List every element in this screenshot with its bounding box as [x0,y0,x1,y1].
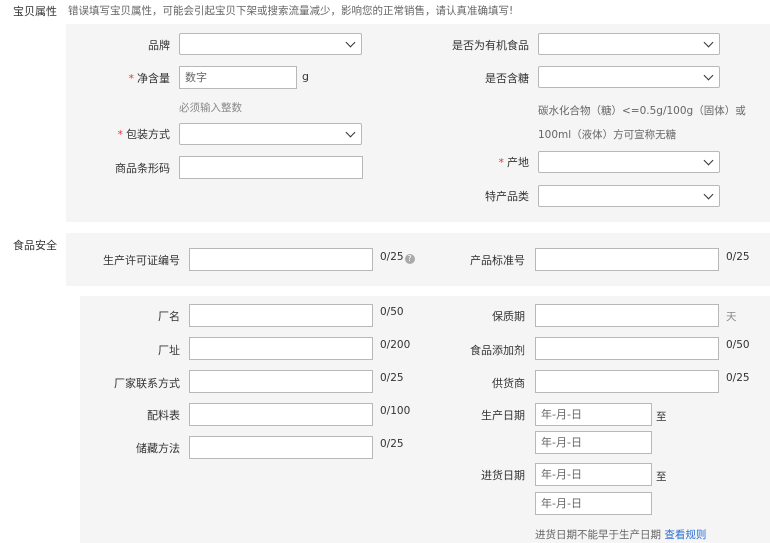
net-weight-label: * 净含量 [129,70,171,86]
factory-name-count: 0/50 [380,306,404,318]
production-date-to: 至 [656,411,667,423]
required-mark: * [498,156,505,169]
chevron-down-icon [703,155,714,166]
supplier-count: 0/25 [726,372,750,384]
factory-contact-count: 0/25 [380,372,404,384]
shelf-life-input[interactable] [535,304,719,327]
attributes-warning: 错误填写宝贝属性，可能会引起宝贝下架或搜索流量减少，影响您的正常销售，请认真准确… [68,5,514,17]
shelf-life-label: 保质期 [492,310,525,323]
net-weight-input[interactable] [179,66,297,89]
chevron-down-icon [703,70,714,81]
storage-input[interactable] [189,436,373,459]
standard-label: 产品标准号 [470,254,525,267]
food-safety-section-label: 食品安全 [13,239,57,252]
shelf-life-unit: 天 [726,311,737,323]
license-label: 生产许可证编号 [103,254,180,267]
packaging-select[interactable] [179,123,362,145]
factory-addr-label: 厂址 [158,344,180,357]
license-count-text: 0/25 [380,251,404,263]
sugar-hint-line2: 100ml（液体）方可宣称无糖 [538,129,677,141]
additive-input[interactable] [535,337,719,360]
purchase-date-to: 至 [656,471,667,483]
standard-input[interactable] [535,248,719,271]
purchase-hint-text: 进货日期不能早于生产日期 [535,529,661,541]
purchase-date-hint: 进货日期不能早于生产日期 查看规则 [535,527,706,542]
barcode-input[interactable] [179,156,363,179]
factory-name-input[interactable] [189,304,373,327]
specialty-label: 特产品类 [485,190,529,203]
packaging-label: * 包装方式 [118,126,171,142]
storage-label: 储藏方法 [136,442,180,455]
supplier-input[interactable] [535,370,719,393]
net-weight-unit: g [302,70,309,83]
origin-label: * 产地 [499,154,530,170]
origin-select[interactable] [538,151,720,173]
production-date-label: 生产日期 [481,409,525,422]
ingredients-count: 0/100 [380,405,411,417]
factory-contact-input[interactable] [189,370,373,393]
factory-addr-input[interactable] [189,337,373,360]
storage-count: 0/25 [380,438,404,450]
factory-contact-label: 厂家联系方式 [114,377,180,390]
organic-select[interactable] [538,33,720,55]
ingredients-label: 配料表 [147,409,180,422]
factory-addr-count: 0/200 [380,339,411,351]
license-count: 0/25? [380,251,415,264]
standard-count: 0/25 [726,251,750,263]
attributes-section-label: 宝贝属性 [13,5,57,18]
packaging-label-text: 包装方式 [126,128,170,141]
license-input[interactable] [189,248,373,271]
net-weight-hint: 必须输入整数 [179,102,242,114]
brand-label: 品牌 [148,39,170,52]
additive-count: 0/50 [726,339,750,351]
production-date-end[interactable] [535,431,652,454]
required-mark: * [117,128,124,141]
help-icon[interactable]: ? [404,254,415,264]
chevron-down-icon [703,37,714,48]
chevron-down-icon [703,189,714,200]
rules-link[interactable]: 查看规则 [664,529,706,541]
organic-label: 是否为有机食品 [452,39,529,52]
factory-name-label: 厂名 [158,310,180,323]
origin-label-text: 产地 [507,156,529,169]
chevron-down-icon [345,37,356,48]
purchase-date-end[interactable] [535,492,652,515]
net-weight-label-text: 净含量 [137,72,170,85]
barcode-label: 商品条形码 [115,162,170,175]
required-mark: * [128,72,135,85]
production-date-start[interactable] [535,403,652,426]
ingredients-input[interactable] [189,403,373,426]
purchase-date-label: 进货日期 [481,469,525,482]
sugar-hint-line1: 碳水化合物（糖）<=0.5g/100g（固体）或 [538,105,746,117]
additive-label: 食品添加剂 [470,344,525,357]
food-safety-detail-panel [80,296,770,543]
specialty-select[interactable] [538,185,720,207]
sugar-select[interactable] [538,66,720,88]
supplier-label: 供货商 [492,377,525,390]
purchase-date-start[interactable] [535,463,652,486]
sugar-label: 是否含糖 [485,72,529,85]
brand-select[interactable] [179,33,362,55]
chevron-down-icon [345,127,356,138]
